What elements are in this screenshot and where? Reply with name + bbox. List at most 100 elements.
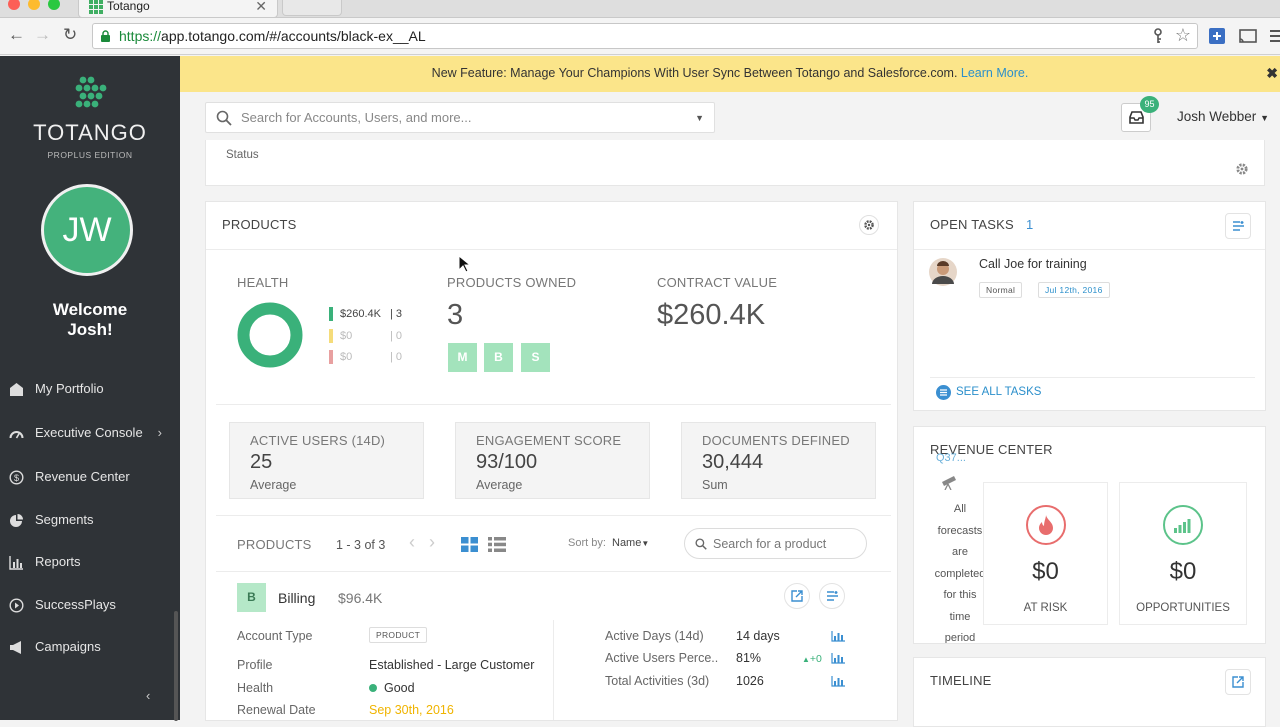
- reload-icon[interactable]: ↻: [63, 25, 77, 45]
- sort-dropdown[interactable]: Name▼: [612, 537, 649, 549]
- close-window-icon[interactable]: [8, 0, 20, 10]
- list-icon: [936, 385, 951, 400]
- product-chip-s[interactable]: S: [521, 343, 550, 372]
- add-task-button[interactable]: [1225, 213, 1251, 239]
- user-name: Josh Webber: [1177, 109, 1257, 124]
- sidebar-item-executive-console[interactable]: Executive Console ›: [0, 417, 180, 449]
- back-icon[interactable]: ←: [8, 25, 25, 45]
- sort-label: Sort by:: [568, 537, 606, 549]
- open-tasks-title: OPEN TASKS: [930, 217, 1014, 232]
- row-value: Good: [384, 681, 415, 695]
- task-list-icon: [827, 591, 838, 601]
- products-owned-value: 3: [447, 299, 464, 331]
- trend-chart-icon[interactable]: [831, 631, 845, 642]
- key-icon[interactable]: [1151, 28, 1165, 44]
- sidebar-item-revenue-center[interactable]: $ Revenue Center: [0, 461, 180, 493]
- legend-swatch-warning: [329, 329, 333, 343]
- inbox-button[interactable]: 95: [1121, 96, 1159, 132]
- sidebar-item-my-portfolio[interactable]: My Portfolio: [0, 373, 180, 405]
- divider: [216, 571, 891, 572]
- sidebar-item-label: Segments: [35, 512, 94, 527]
- menu-icon[interactable]: [1266, 26, 1280, 46]
- trend-chart-icon[interactable]: [831, 653, 845, 664]
- maximize-window-icon[interactable]: [48, 0, 60, 10]
- fire-icon: [1039, 515, 1053, 535]
- product-chip-b[interactable]: B: [484, 343, 513, 372]
- banner-text: New Feature: Manage Your Champions With …: [431, 66, 958, 80]
- row-label: Profile: [237, 658, 273, 672]
- new-tab-button[interactable]: [282, 0, 342, 16]
- global-search-input[interactable]: Search for Accounts, Users, and more... …: [205, 102, 715, 133]
- share-button[interactable]: [784, 583, 810, 609]
- pager-text: 1 - 3 of 3: [336, 538, 386, 552]
- close-tab-icon[interactable]: ✕: [255, 0, 267, 16]
- forward-icon[interactable]: →: [34, 25, 51, 45]
- metric-engagement-score: ENGAGEMENT SCORE 93/100 Average: [455, 422, 650, 499]
- sidebar-item-segments[interactable]: Segments: [0, 504, 180, 536]
- address-bar[interactable]: https://app.totango.com/#/accounts/black…: [92, 23, 1198, 49]
- external-link-icon: [791, 590, 803, 602]
- gear-icon[interactable]: [1235, 162, 1249, 176]
- gear-icon: [864, 220, 874, 230]
- legend-count: | 0: [390, 330, 403, 342]
- metric-documents-defined: DOCUMENTS DEFINED 30,444 Sum: [681, 422, 876, 499]
- extension-puzzle-icon[interactable]: [1207, 26, 1227, 46]
- speedometer-icon: [9, 431, 24, 439]
- sidebar-scrollbar[interactable]: [174, 611, 178, 721]
- list-view-icon[interactable]: [488, 537, 506, 552]
- status-label: Status: [226, 149, 259, 161]
- trend-chart-icon[interactable]: [831, 676, 845, 687]
- avatar[interactable]: JW: [41, 184, 133, 276]
- url-text: app.totango.com/#/accounts/black-ex__AL: [161, 28, 426, 44]
- bookmark-star-icon[interactable]: ☆: [1175, 23, 1191, 47]
- add-task-button[interactable]: [819, 583, 845, 609]
- see-all-tasks-link[interactable]: SEE ALL TASKS: [956, 386, 1041, 398]
- totango-favicon-icon: [89, 0, 103, 14]
- grid-view-icon[interactable]: [461, 537, 478, 552]
- divider: [930, 377, 1255, 378]
- url-scheme: https://: [119, 28, 162, 44]
- delta-value: ▲+0: [802, 653, 822, 665]
- search-icon: [695, 538, 707, 550]
- sidebar-item-reports[interactable]: Reports: [0, 546, 180, 578]
- minimize-window-icon[interactable]: [28, 0, 40, 10]
- opportunities-box[interactable]: $0 OPPORTUNITIES: [1119, 482, 1247, 625]
- legend-value: $0: [340, 351, 353, 363]
- metric-title: ENGAGEMENT SCORE: [476, 433, 622, 448]
- metric-title: DOCUMENTS DEFINED: [702, 433, 850, 448]
- task-title[interactable]: Call Joe for training: [979, 257, 1087, 271]
- timeline-title: TIMELINE: [930, 673, 992, 688]
- legend-count: | 3: [390, 308, 403, 320]
- task-assignee-avatar: [929, 258, 957, 286]
- close-banner-icon[interactable]: ✖: [1266, 56, 1278, 90]
- chevron-down-icon[interactable]: ▼: [695, 103, 704, 133]
- task-list-icon: [1233, 221, 1244, 231]
- revenue-center-card: REVENUE CENTER Q37... All forecasts are …: [913, 426, 1266, 644]
- opportunities-value: $0: [1169, 558, 1197, 585]
- play-icon: [9, 598, 24, 613]
- collapse-sidebar-icon[interactable]: ‹: [146, 688, 150, 703]
- cast-icon[interactable]: [1238, 26, 1258, 46]
- products-settings-button[interactable]: [859, 215, 879, 235]
- timeline-share-button[interactable]: [1225, 669, 1251, 695]
- product-name[interactable]: Billing: [278, 590, 315, 606]
- sidebar-item-campaigns[interactable]: Campaigns: [0, 631, 180, 663]
- totango-logo-icon: [75, 76, 107, 108]
- next-page-icon[interactable]: ›: [429, 532, 435, 553]
- sidebar-item-label: Reports: [35, 554, 81, 569]
- divider: [914, 249, 1265, 250]
- row-label: Total Activities (3d): [605, 674, 710, 688]
- sidebar-item-label: Revenue Center: [35, 469, 130, 484]
- product-chip-m[interactable]: M: [448, 343, 477, 372]
- sidebar-item-successplays[interactable]: SuccessPlays: [0, 589, 180, 621]
- legend-swatch-risk: [329, 350, 333, 364]
- mouse-cursor-icon: [458, 255, 470, 273]
- product-search-input[interactable]: Search for a product: [684, 528, 867, 559]
- prev-page-icon[interactable]: ‹: [409, 532, 415, 553]
- learn-more-link[interactable]: Learn More.: [961, 66, 1028, 80]
- user-menu[interactable]: Josh Webber ▼: [1177, 109, 1269, 124]
- sidebar-item-label: SuccessPlays: [35, 597, 116, 612]
- at-risk-box[interactable]: $0 AT RISK: [983, 482, 1108, 625]
- browser-tab[interactable]: Totango ✕: [78, 0, 278, 18]
- chevron-down-icon: ▼: [1260, 113, 1269, 123]
